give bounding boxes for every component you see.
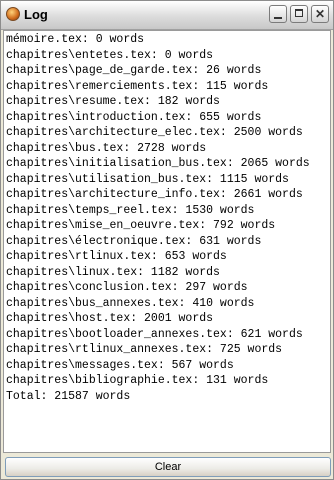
log-line: chapitres\host.tex: 2001 words bbox=[6, 312, 214, 325]
maximize-button[interactable] bbox=[290, 5, 308, 23]
log-line: chapitres\bus.tex: 2728 words bbox=[6, 141, 207, 155]
log-line: chapitres\architecture_info.tex: 2661 wo… bbox=[6, 188, 303, 201]
log-line: chapitres\temps_reel.tex: 1530 words bbox=[6, 203, 255, 217]
log-line: chapitres\resume.tex: 182 words bbox=[6, 95, 220, 108]
clear-button[interactable]: Clear bbox=[5, 457, 331, 477]
log-line: chapitres\mise_en_oeuvre.tex: 792 words bbox=[6, 219, 276, 232]
log-window: Log ✕ mémoire.tex: 0 words chapitres\ente… bbox=[0, 0, 334, 480]
log-line: chapitres\architecture_elec.tex: 2500 wo… bbox=[6, 126, 303, 139]
log-lines: mémoire.tex: 0 words chapitres\entetes.te… bbox=[4, 31, 330, 404]
log-line: chapitres\utilisation_bus.tex: 1115 word… bbox=[6, 172, 289, 186]
log-line: chapitres\messages.tex: 567 words bbox=[6, 358, 234, 372]
log-line: chapitres\initialisation_bus.tex: 2065 w… bbox=[6, 157, 310, 170]
log-line: chapitres\introduction.tex: 655 words bbox=[6, 110, 262, 124]
log-line: chapitres\rtlinux.tex: 653 words bbox=[6, 250, 227, 263]
log-line: chapitres\bootloader_annexes.tex: 621 wo… bbox=[6, 327, 303, 341]
java-cup-icon[interactable] bbox=[6, 7, 20, 21]
log-line: mémoire.tex: 0 words bbox=[6, 33, 145, 46]
minimize-button[interactable] bbox=[269, 5, 287, 23]
log-line: chapitres\remerciements.tex: 115 words bbox=[6, 79, 269, 93]
log-line: chapitres\bibliographie.tex: 131 words bbox=[6, 374, 269, 387]
close-button[interactable]: ✕ bbox=[311, 5, 329, 23]
log-line: chapitres\conclusion.tex: 297 words bbox=[6, 281, 248, 294]
log-line: chapitres\électronique.tex: 631 words bbox=[6, 234, 262, 248]
log-line: chapitres\linux.tex: 1182 words bbox=[6, 265, 220, 279]
log-line: chapitres\entetes.tex: 0 words bbox=[6, 48, 214, 62]
log-line: Total: 21587 words bbox=[6, 389, 131, 403]
close-icon: ✕ bbox=[314, 7, 326, 21]
log-line: chapitres\page_de_garde.tex: 26 words bbox=[6, 64, 262, 77]
title-bar[interactable]: Log ✕ bbox=[1, 1, 333, 30]
log-line: chapitres\bus_annexes.tex: 410 words bbox=[6, 296, 255, 310]
log-text-area[interactable]: mémoire.tex: 0 words chapitres\entetes.te… bbox=[3, 30, 331, 453]
log-line: chapitres\rtlinux_annexes.tex: 725 words bbox=[6, 343, 283, 356]
window-title: Log bbox=[24, 7, 48, 22]
